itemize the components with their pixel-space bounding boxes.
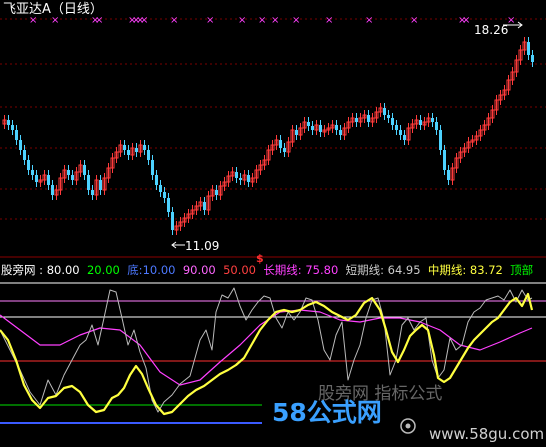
candle-body bbox=[239, 178, 242, 180]
candle-body bbox=[15, 130, 18, 140]
legend-value-bottom: 10.00 bbox=[142, 263, 176, 277]
candle-body bbox=[123, 145, 126, 150]
legend-label-bottom: 底: bbox=[127, 263, 143, 277]
candle-body bbox=[171, 212, 174, 230]
candle-body bbox=[527, 42, 530, 55]
signal-marker: × bbox=[292, 15, 300, 26]
signal-marker: × bbox=[365, 15, 373, 26]
legend-value-20: 20.00 bbox=[86, 263, 120, 277]
legend-value-50: 50.00 bbox=[223, 263, 256, 277]
candle-body bbox=[387, 115, 390, 118]
candle-body bbox=[47, 175, 50, 185]
candle-body bbox=[215, 190, 218, 195]
candle-body bbox=[403, 135, 406, 140]
indicator-legend: 股旁网 : 80.00 20.00 底:10.00 90.00 50.00 长期… bbox=[1, 263, 534, 277]
candle-body bbox=[355, 118, 358, 122]
candle-body bbox=[11, 125, 14, 130]
candle-body bbox=[431, 118, 434, 122]
candle-body bbox=[159, 185, 162, 192]
candle-body bbox=[143, 145, 146, 150]
legend-value-long: 75.80 bbox=[305, 263, 339, 277]
candle-body bbox=[163, 192, 166, 198]
legend-value-90: 90.00 bbox=[182, 263, 216, 277]
candle-body bbox=[67, 170, 70, 175]
legend-value-80: 80.00 bbox=[46, 263, 80, 277]
signal-marker: × bbox=[140, 15, 148, 26]
stock-chart-canvas[interactable]: × × ×× ×××× × × × × × × × × × ×× × 18.26 11.09 $ 股旁网 指… bbox=[0, 0, 546, 447]
candle-body bbox=[91, 190, 94, 195]
signal-marker: × bbox=[271, 15, 279, 26]
candle-body bbox=[27, 160, 30, 170]
candle-body bbox=[155, 175, 158, 185]
watermark-logo bbox=[400, 418, 416, 434]
watermark-url: www.58gu.com bbox=[429, 425, 544, 443]
candle-body bbox=[71, 175, 74, 180]
candle-body bbox=[83, 165, 86, 175]
signal-marker: × bbox=[206, 15, 214, 26]
legend-value-short: 64.95 bbox=[387, 263, 421, 277]
price-low-label: 11.09 bbox=[185, 239, 219, 253]
candle-body bbox=[395, 125, 398, 130]
price-grid bbox=[0, 18, 546, 220]
candle-body bbox=[383, 108, 386, 115]
price-low-annotation: 11.09 bbox=[171, 239, 219, 253]
signal-marker: × bbox=[170, 15, 178, 26]
candle-body bbox=[339, 130, 342, 135]
candle-body bbox=[127, 150, 130, 155]
legend-label-long: 长期线: bbox=[263, 263, 302, 277]
candle-body bbox=[307, 122, 310, 126]
candle-body bbox=[135, 148, 138, 152]
candle-body bbox=[151, 160, 154, 175]
candle-body bbox=[319, 125, 322, 132]
legend-value-mid: 83.72 bbox=[469, 263, 503, 277]
candle-body bbox=[447, 170, 450, 180]
chart-title: 飞亚达A（日线） bbox=[3, 2, 103, 17]
signal-marker: × bbox=[325, 15, 333, 26]
candle-body bbox=[167, 198, 170, 212]
signal-marker: × bbox=[258, 15, 266, 26]
candle-body bbox=[443, 150, 446, 170]
signal-marker: × bbox=[462, 15, 470, 26]
candle-body bbox=[19, 140, 22, 150]
watermark-brand: 58公式网 bbox=[272, 398, 382, 427]
legend-label-mid: 中期线: bbox=[427, 263, 467, 277]
signal-marker: × bbox=[410, 15, 418, 26]
candle-body bbox=[283, 148, 286, 152]
candle-body bbox=[7, 120, 10, 125]
candle-body bbox=[435, 122, 438, 130]
candle-body bbox=[99, 180, 102, 190]
candle-body bbox=[23, 150, 26, 160]
candle-body bbox=[439, 130, 442, 150]
candle-body bbox=[51, 185, 54, 195]
candle-body bbox=[147, 150, 150, 160]
candle-body bbox=[203, 202, 206, 210]
candlestick-series bbox=[2, 37, 534, 235]
candle-body bbox=[391, 118, 394, 125]
signal-marker: × bbox=[238, 15, 246, 26]
candle-body bbox=[531, 55, 534, 62]
indicator-name: 股旁网 bbox=[1, 263, 36, 277]
legend-label-short: 短期线: bbox=[345, 263, 384, 277]
candle-body bbox=[279, 140, 282, 148]
mid-term-line bbox=[0, 292, 534, 416]
candle-body bbox=[419, 120, 422, 125]
candle-body bbox=[87, 175, 90, 190]
candle-body bbox=[247, 175, 250, 182]
candle-body bbox=[399, 130, 402, 135]
candle-body bbox=[235, 172, 238, 178]
candle-body bbox=[295, 130, 298, 135]
candle-body bbox=[31, 170, 34, 175]
candle-body bbox=[35, 175, 38, 182]
candle-body bbox=[367, 115, 370, 122]
candle-body bbox=[335, 125, 338, 130]
legend-label-top: 顶部 bbox=[510, 263, 534, 277]
candle-body bbox=[311, 126, 314, 130]
